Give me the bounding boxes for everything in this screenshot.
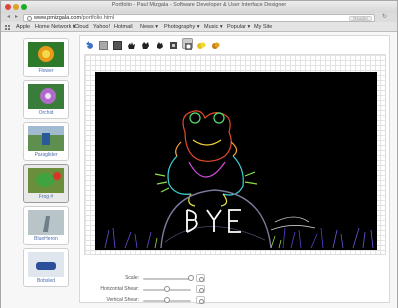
bookmark-apple[interactable]: Apple [16, 22, 30, 32]
scale-slider-track[interactable] [143, 275, 194, 281]
title-bar: Portfolio - Paul Mizgala - Software Deve… [1, 1, 397, 13]
browser-window: Portfolio - Paul Mizgala - Software Deve… [0, 0, 398, 308]
site-icon [27, 16, 32, 21]
reader-button[interactable]: Reader [349, 16, 372, 21]
back-arrow-icon[interactable]: ◂ [5, 14, 12, 21]
scale-reset-button[interactable] [196, 274, 205, 282]
bookmark-popular[interactable]: Popular ▾ [227, 22, 250, 32]
editor-canvas[interactable] [84, 54, 386, 255]
hand-pan-icon[interactable] [140, 38, 151, 49]
bookmark-yahoo[interactable]: Yahoo! [93, 22, 110, 32]
flower-image [28, 42, 64, 67]
scale-control: Scale: [94, 274, 294, 283]
bookmark-news[interactable]: News ▾ [140, 22, 158, 32]
edge-filter-icon[interactable] [168, 38, 179, 49]
thumbnail-orchid[interactable]: Orchid [23, 80, 69, 119]
thumbnail-paraglider[interactable]: Paraglider [23, 122, 69, 161]
hand-grab-icon[interactable] [126, 38, 137, 49]
thumbnail-flower[interactable]: Flower [23, 38, 69, 77]
url-domain: www.pmizgala.com [34, 15, 82, 21]
thumbnail-caption: BlueHeron [34, 236, 58, 242]
thumbnail-frog[interactable]: Frog # [23, 164, 69, 203]
horizontal-shear-control: Horizontal Shear: [94, 285, 294, 294]
photo-filter-icon[interactable] [182, 38, 193, 50]
bookmark-photography[interactable]: Photography ▾ [164, 22, 199, 32]
frog-edge-photo [95, 72, 377, 250]
thumbnail-caption: Paraglider [34, 152, 58, 158]
thumbnail-blueheron[interactable]: BlueHeron [23, 206, 69, 245]
thumbnail-caption: Bobsled [36, 278, 56, 284]
image-editor-panel: Scale: Horizontal Shear: Vertical Shear: [79, 35, 390, 306]
vertical-shear-control: Vertical Shear: [94, 296, 294, 305]
horizontal-shear-reset-button[interactable] [196, 285, 205, 293]
window-title: Portfolio - Paul Mizgala - Software Deve… [111, 2, 287, 8]
forward-arrow-icon[interactable]: ▸ [13, 14, 20, 21]
thumbnail-caption: Flower [38, 68, 54, 74]
bobsled-image [28, 252, 64, 277]
thumbnail-bobsled[interactable]: Bobsled [23, 248, 69, 287]
paraglider-image [28, 126, 64, 151]
orchid-image [28, 84, 64, 109]
address-bar[interactable]: www.pmizgala.com/portfolio.html Reader [23, 14, 375, 22]
reload-icon[interactable]: ↻ [381, 14, 388, 21]
vertical-shear-slider-track[interactable] [143, 297, 191, 303]
bookmarks-bar: Apple Home Network ▾ iCloud Yahoo! Hotma… [1, 22, 397, 32]
top-sites-grid-icon[interactable] [5, 25, 11, 30]
vertical-shear-reset-button[interactable] [196, 296, 205, 304]
bookmark-music[interactable]: Music ▾ [204, 22, 223, 32]
vertical-shear-label: Vertical Shear: [106, 297, 139, 303]
bookmark-hotmail[interactable]: Hotmail [114, 22, 133, 32]
page-content: Flower Orchid Paraglider Frog # BlueHero… [1, 32, 397, 308]
horizontal-shear-label: Horizontal Shear: [100, 286, 139, 292]
horizontal-shear-slider-knob[interactable] [164, 286, 170, 292]
bookmark-my-site[interactable]: My Site [254, 22, 272, 32]
dark-square-icon[interactable] [112, 38, 123, 50]
thumbnail-caption: Orchid [38, 110, 54, 116]
orange-tint-icon[interactable] [210, 38, 221, 49]
undo-icon[interactable] [84, 38, 95, 49]
frog-image [28, 168, 64, 193]
yellow-tint-icon[interactable] [196, 38, 207, 49]
gray-square-icon[interactable] [98, 38, 109, 50]
horizontal-shear-slider-track[interactable] [143, 286, 191, 292]
bookmark-icloud[interactable]: iCloud [73, 22, 89, 32]
vertical-shear-slider-knob[interactable] [164, 297, 170, 303]
transform-controls: Scale: Horizontal Shear: Vertical Shear: [94, 274, 294, 306]
scale-label: Scale: [125, 275, 139, 281]
thumbnail-caption: Frog # [38, 194, 54, 200]
blueheron-image [28, 210, 64, 235]
hand-move-icon[interactable] [154, 38, 165, 49]
scale-slider-knob[interactable] [188, 275, 194, 281]
browser-toolbar: ◂ ▸ www.pmizgala.com/portfolio.html Read… [1, 13, 397, 22]
bookmark-home-network[interactable]: Home Network ▾ [35, 22, 76, 32]
url-path: /portfolio.html [81, 15, 115, 21]
